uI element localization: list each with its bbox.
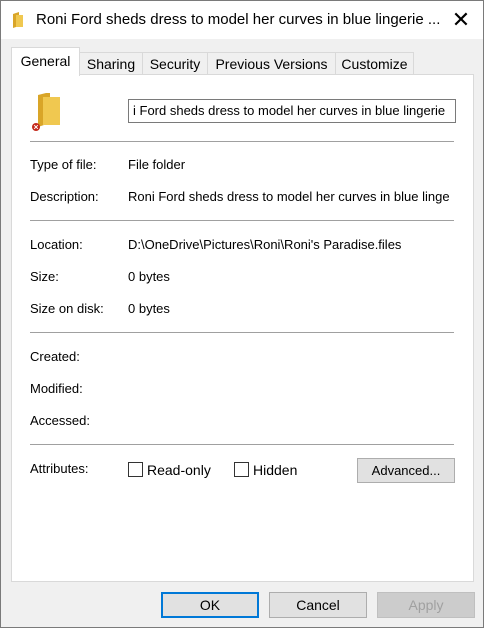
window-title: Roni Ford sheds dress to model her curve…	[36, 11, 441, 28]
separator	[30, 332, 454, 333]
location-value: D:\OneDrive\Pictures\Roni\Roni's Paradis…	[128, 237, 402, 252]
size-label: Size:	[30, 269, 59, 284]
separator	[30, 220, 454, 221]
modified-label: Modified:	[30, 381, 83, 396]
type-label: Type of file:	[30, 157, 97, 172]
properties-dialog: Roni Ford sheds dress to model her curve…	[0, 0, 484, 628]
hidden-label[interactable]: Hidden	[253, 462, 297, 478]
attributes-label: Attributes:	[30, 461, 89, 476]
size-on-disk-label: Size on disk:	[30, 301, 104, 316]
general-panel: i Ford sheds dress to model her curves i…	[11, 74, 474, 582]
separator	[30, 141, 454, 142]
folder-icon	[13, 12, 23, 28]
description-label: Description:	[30, 189, 99, 204]
location-label: Location:	[30, 237, 83, 252]
readonly-checkbox[interactable]	[128, 462, 143, 477]
hidden-checkbox[interactable]	[234, 462, 249, 477]
tab-previous-versions[interactable]: Previous Versions	[207, 52, 336, 75]
close-button[interactable]: ✕	[439, 1, 483, 39]
created-label: Created:	[30, 349, 80, 364]
tab-customize[interactable]: Customize	[335, 52, 414, 75]
advanced-button[interactable]: Advanced...	[357, 458, 455, 483]
tab-sharing[interactable]: Sharing	[79, 52, 143, 75]
description-value: Roni Ford sheds dress to model her curve…	[128, 189, 450, 204]
apply-button[interactable]: Apply	[377, 592, 475, 618]
folder-icon	[32, 93, 60, 131]
readonly-label[interactable]: Read-only	[147, 462, 211, 478]
tab-security[interactable]: Security	[142, 52, 208, 75]
size-on-disk-value: 0 bytes	[128, 301, 170, 316]
size-value: 0 bytes	[128, 269, 170, 284]
separator	[30, 444, 454, 445]
accessed-label: Accessed:	[30, 413, 90, 428]
title-bar: Roni Ford sheds dress to model her curve…	[1, 1, 483, 39]
tab-general[interactable]: General	[11, 47, 80, 76]
folder-name-input[interactable]: i Ford sheds dress to model her curves i…	[128, 99, 456, 123]
cancel-button[interactable]: Cancel	[269, 592, 367, 618]
type-value: File folder	[128, 157, 186, 172]
ok-button[interactable]: OK	[161, 592, 259, 618]
